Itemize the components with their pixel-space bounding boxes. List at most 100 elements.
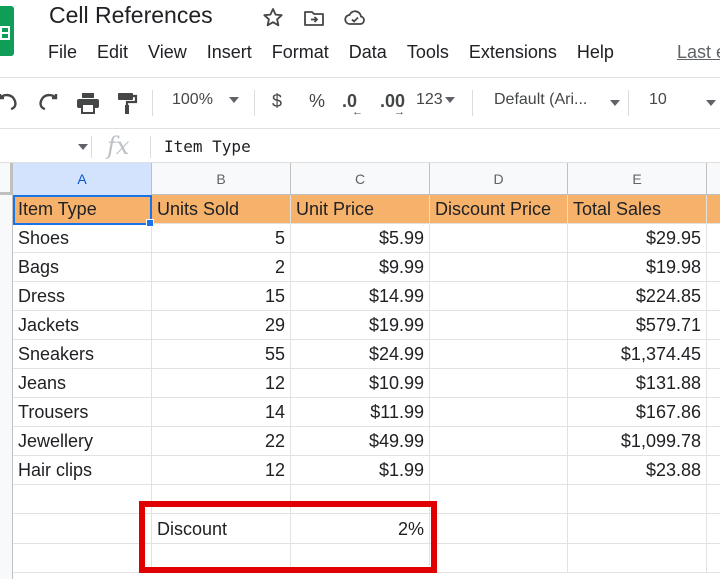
menu-format[interactable]: Format: [272, 42, 349, 66]
header-cell[interactable]: Discount Price: [430, 195, 568, 224]
move-to-folder-icon[interactable]: [302, 6, 326, 30]
empty-cell[interactable]: [430, 485, 568, 514]
font-size-input[interactable]: 10: [649, 91, 667, 115]
header-cell[interactable]: Total Sales: [568, 195, 707, 224]
unit-price-cell[interactable]: $10.99: [291, 369, 430, 398]
toolbar: 100% $ % .0 ← .00 → 123 Default (Ari... 10: [0, 77, 720, 127]
undo-icon[interactable]: [0, 92, 20, 114]
units-sold-cell[interactable]: 5: [152, 224, 291, 253]
unit-price-cell[interactable]: $24.99: [291, 340, 430, 369]
discount-price-cell[interactable]: [430, 456, 568, 485]
menu-data[interactable]: Data: [349, 42, 407, 66]
currency-format-button[interactable]: $: [272, 91, 282, 115]
total-sales-cell[interactable]: $19.98: [568, 253, 707, 282]
total-sales-cell[interactable]: $23.88: [568, 456, 707, 485]
unit-price-cell[interactable]: $9.99: [291, 253, 430, 282]
units-sold-cell[interactable]: 2: [152, 253, 291, 282]
item-type-cell[interactable]: Shoes: [13, 224, 152, 253]
item-type-cell[interactable]: Jackets: [13, 311, 152, 340]
units-sold-cell[interactable]: 12: [152, 456, 291, 485]
zoom-select[interactable]: 100%: [172, 91, 239, 115]
chevron-down-icon: [610, 100, 620, 106]
menu-help[interactable]: Help: [577, 42, 634, 66]
number-format-select[interactable]: 123: [416, 91, 455, 115]
document-title[interactable]: Cell References: [49, 2, 213, 29]
column-header-a[interactable]: A: [13, 163, 152, 195]
item-type-cell[interactable]: Jeans: [13, 369, 152, 398]
units-sold-cell[interactable]: 15: [152, 282, 291, 311]
unit-price-cell[interactable]: $5.99: [291, 224, 430, 253]
menu-insert[interactable]: Insert: [207, 42, 272, 66]
empty-cell[interactable]: [568, 514, 707, 544]
empty-cell[interactable]: [430, 514, 568, 544]
fill-handle[interactable]: [146, 219, 154, 227]
unit-price-cell[interactable]: $14.99: [291, 282, 430, 311]
discount-price-cell[interactable]: [430, 282, 568, 311]
total-sales-cell[interactable]: $1,099.78: [568, 427, 707, 456]
last-edit-link[interactable]: Last e: [677, 42, 720, 63]
item-type-cell[interactable]: Trousers: [13, 398, 152, 427]
discount-price-cell[interactable]: [430, 369, 568, 398]
redo-icon[interactable]: [36, 92, 60, 114]
chevron-down-icon: [444, 96, 455, 103]
discount-price-cell[interactable]: [430, 311, 568, 340]
total-sales-cell[interactable]: $224.85: [568, 282, 707, 311]
empty-cell[interactable]: [13, 544, 152, 573]
header-cell[interactable]: Unit Price: [291, 195, 430, 224]
menu-extensions[interactable]: Extensions: [469, 42, 577, 66]
increase-decimal-button[interactable]: .00 →: [380, 91, 405, 118]
discount-price-cell[interactable]: [430, 398, 568, 427]
empty-cell[interactable]: [13, 485, 152, 514]
total-sales-cell[interactable]: $131.88: [568, 369, 707, 398]
chevron-down-icon[interactable]: [706, 100, 716, 106]
units-sold-cell[interactable]: 55: [152, 340, 291, 369]
item-type-cell[interactable]: Jewellery: [13, 427, 152, 456]
discount-price-cell[interactable]: [430, 427, 568, 456]
unit-price-cell[interactable]: $19.99: [291, 311, 430, 340]
row-headers[interactable]: [0, 195, 13, 579]
column-header-c[interactable]: C: [291, 163, 430, 195]
total-sales-cell[interactable]: $29.95: [568, 224, 707, 253]
decrease-decimal-button[interactable]: .0 ←: [342, 91, 363, 118]
sheets-logo-icon[interactable]: [0, 6, 14, 56]
total-sales-cell[interactable]: $1,374.45: [568, 340, 707, 369]
unit-price-cell[interactable]: $1.99: [291, 456, 430, 485]
column-header-d[interactable]: D: [430, 163, 568, 195]
table-row: Hair clips 12 $1.99 $23.88: [13, 456, 720, 485]
formula-input[interactable]: Item Type: [164, 137, 251, 156]
item-type-cell[interactable]: Dress: [13, 282, 152, 311]
item-type-cell[interactable]: Hair clips: [13, 456, 152, 485]
units-sold-cell[interactable]: 29: [152, 311, 291, 340]
header-cell[interactable]: Units Sold: [152, 195, 291, 224]
total-sales-cell[interactable]: $579.71: [568, 311, 707, 340]
menu-file[interactable]: File: [48, 42, 97, 66]
name-box-dropdown-icon[interactable]: [78, 144, 88, 150]
discount-price-cell[interactable]: [430, 340, 568, 369]
column-header-e[interactable]: E: [568, 163, 707, 195]
select-all-corner[interactable]: [0, 163, 13, 195]
unit-price-cell[interactable]: $11.99: [291, 398, 430, 427]
item-type-cell[interactable]: Bags: [13, 253, 152, 282]
units-sold-cell[interactable]: 14: [152, 398, 291, 427]
units-sold-cell[interactable]: 22: [152, 427, 291, 456]
column-header-b[interactable]: B: [152, 163, 291, 195]
discount-price-cell[interactable]: [430, 224, 568, 253]
menu-tools[interactable]: Tools: [407, 42, 469, 66]
empty-cell[interactable]: [13, 514, 152, 544]
percent-format-button[interactable]: %: [309, 91, 325, 115]
menu-view[interactable]: View: [148, 42, 207, 66]
paint-format-icon[interactable]: [115, 91, 139, 115]
font-select[interactable]: Default (Ari...: [494, 91, 587, 115]
units-sold-cell[interactable]: 12: [152, 369, 291, 398]
empty-cell[interactable]: [568, 544, 707, 573]
discount-price-cell[interactable]: [430, 253, 568, 282]
total-sales-cell[interactable]: $167.86: [568, 398, 707, 427]
print-icon[interactable]: [75, 91, 101, 115]
star-icon[interactable]: [261, 6, 285, 30]
unit-price-cell[interactable]: $49.99: [291, 427, 430, 456]
empty-cell[interactable]: [568, 485, 707, 514]
cloud-saved-icon[interactable]: [343, 6, 367, 30]
menu-edit[interactable]: Edit: [97, 42, 148, 66]
item-type-cell[interactable]: Sneakers: [13, 340, 152, 369]
empty-cell[interactable]: [430, 544, 568, 573]
